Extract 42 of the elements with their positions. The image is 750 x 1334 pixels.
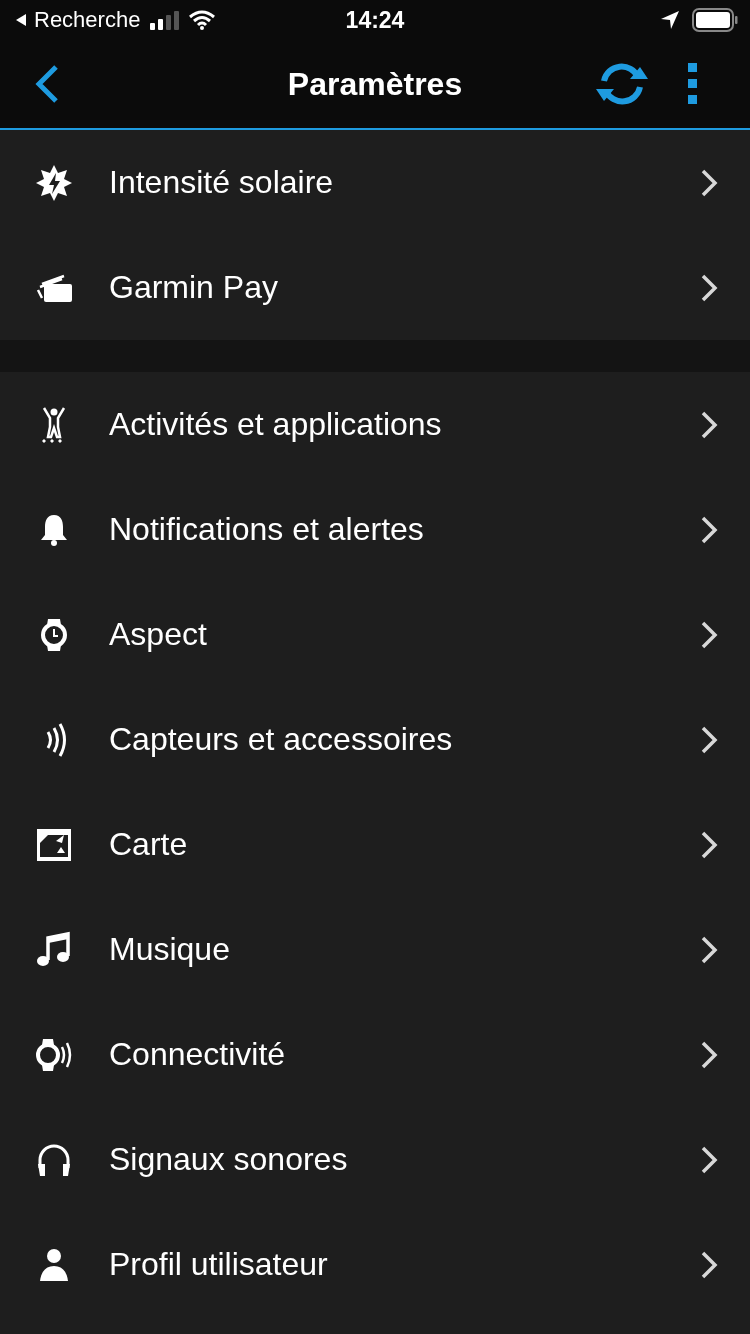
- settings-row[interactable]: Capteurs et accessoires: [0, 687, 750, 792]
- row-label: Musique: [109, 931, 231, 968]
- chevron-icon: [700, 272, 718, 303]
- settings-row[interactable]: Activités et applications: [0, 372, 750, 477]
- clock: 14:24: [345, 6, 405, 34]
- row-label: Aspect: [109, 616, 208, 653]
- settings-row[interactable]: Intensité solaire: [0, 130, 750, 235]
- chevron-icon: [700, 619, 718, 650]
- more-icon[interactable]: [688, 63, 698, 105]
- back-arrow-icon: [14, 13, 28, 27]
- row-label: Carte: [109, 826, 189, 863]
- wifi-icon: [188, 10, 217, 30]
- row-label: Intensité solaire: [109, 164, 335, 201]
- page-title: Paramètres: [287, 65, 463, 103]
- back-icon[interactable]: [34, 64, 60, 104]
- row-label: Capteurs et accessoires: [109, 721, 454, 758]
- row-label: Profil utilisateur: [109, 1246, 329, 1283]
- chevron-icon: [700, 724, 718, 755]
- settings-row[interactable]: Carte: [0, 792, 750, 897]
- row-label: Signaux sonores: [109, 1141, 349, 1178]
- chevron-icon: [700, 514, 718, 545]
- settings-row[interactable]: Aspect: [0, 582, 750, 687]
- back-app-label[interactable]: Recherche: [34, 7, 141, 33]
- chevron-icon: [700, 1039, 718, 1070]
- settings-row[interactable]: Profil utilisateur: [0, 1212, 750, 1317]
- chevron-icon: [700, 934, 718, 965]
- settings-row[interactable]: Signaux sonores: [0, 1107, 750, 1212]
- row-label: Activités et applications: [109, 406, 443, 443]
- settings-row[interactable]: Notifications et alertes: [0, 477, 750, 582]
- chevron-icon: [700, 1144, 718, 1175]
- chevron-icon: [700, 1249, 718, 1280]
- row-label: Notifications et alertes: [109, 511, 425, 548]
- battery-icon: [692, 8, 738, 32]
- chevron-icon: [700, 829, 718, 860]
- settings-row[interactable]: Garmin Pay: [0, 235, 750, 340]
- row-label: Garmin Pay: [109, 269, 279, 306]
- location-icon: [660, 10, 680, 30]
- row-label: Connectivité: [109, 1036, 287, 1073]
- settings-row[interactable]: Musique: [0, 897, 750, 1002]
- chevron-icon: [700, 409, 718, 440]
- chevron-icon: [700, 167, 718, 198]
- settings-row[interactable]: Connectivité: [0, 1002, 750, 1107]
